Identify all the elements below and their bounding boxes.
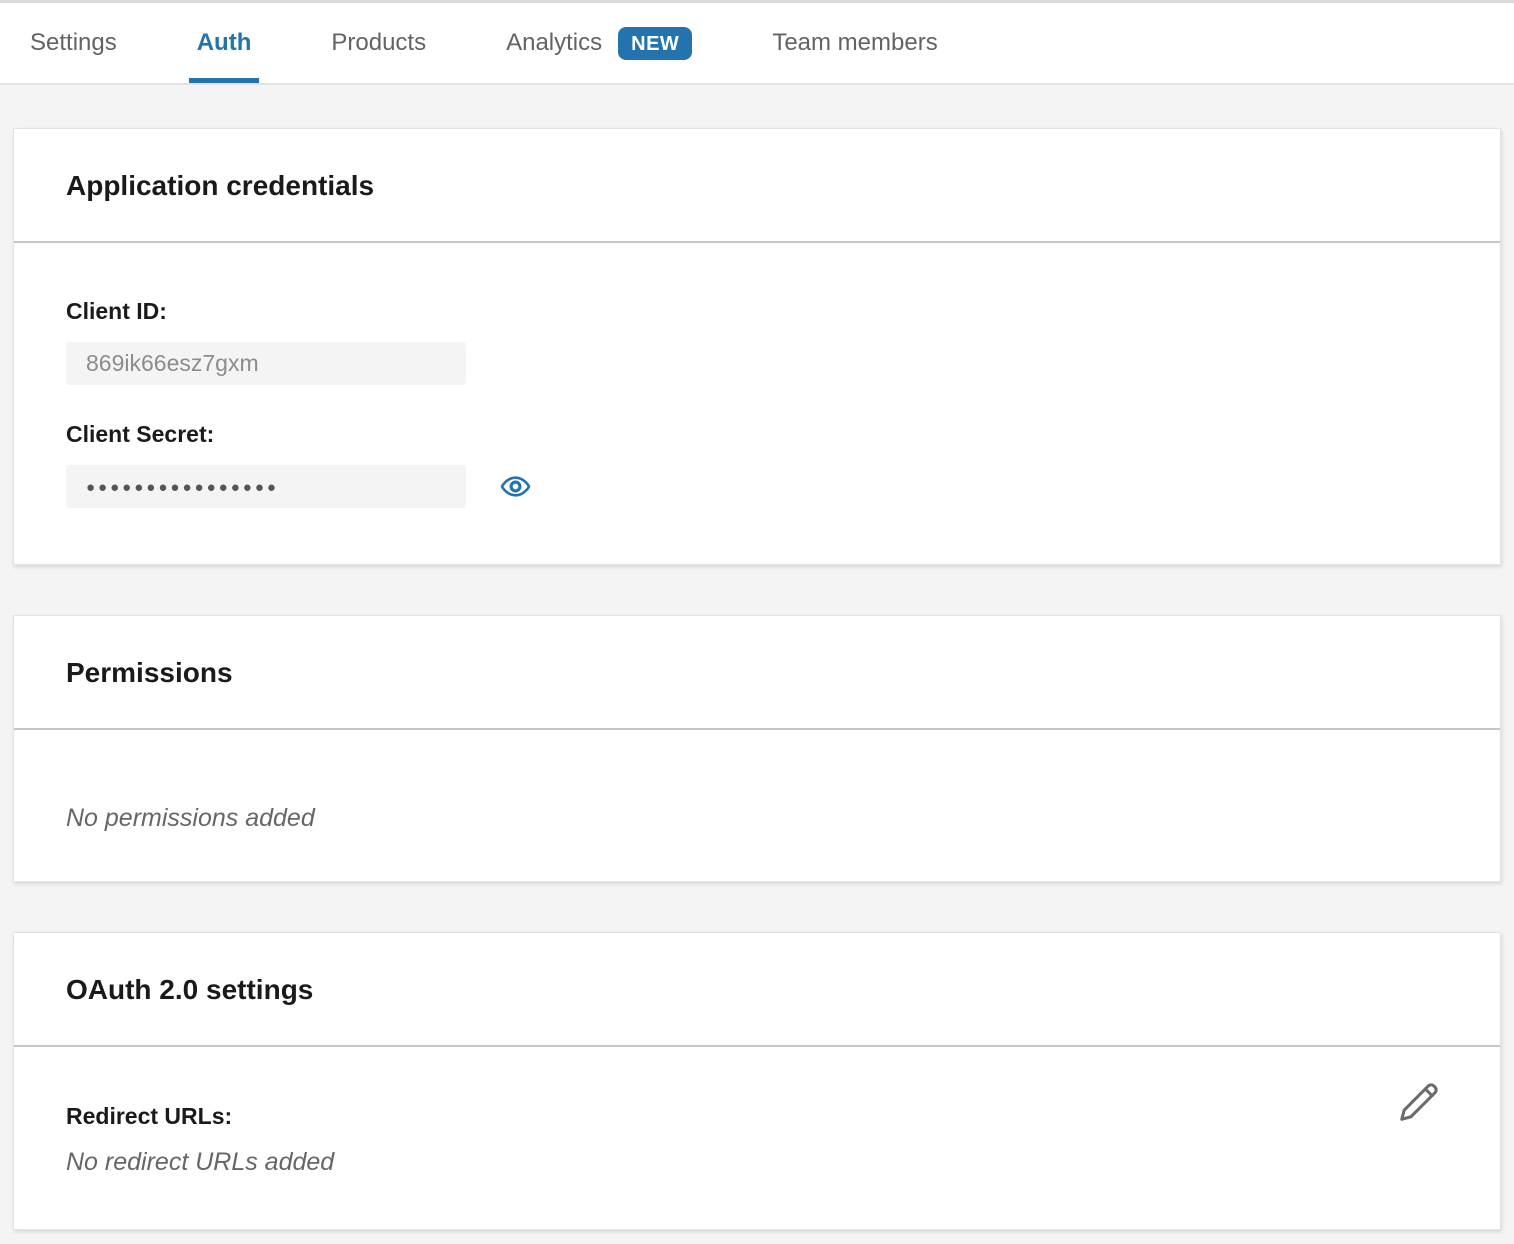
permissions-card: Permissions No permissions added bbox=[13, 615, 1501, 882]
new-badge: NEW bbox=[618, 27, 692, 60]
tab-team-members-label: Team members bbox=[772, 29, 937, 57]
client-id-value: 869ik66esz7gxm bbox=[86, 350, 259, 377]
eye-icon bbox=[500, 471, 531, 502]
redirect-urls-label: Redirect URLs: bbox=[66, 1103, 1448, 1130]
redirect-urls-empty-text: No redirect URLs added bbox=[66, 1148, 1448, 1177]
tab-auth[interactable]: Auth bbox=[189, 3, 260, 83]
tab-team-members[interactable]: Team members bbox=[764, 3, 945, 83]
permissions-empty-text: No permissions added bbox=[66, 804, 1448, 833]
application-credentials-body: Client ID: 869ik66esz7gxm Client Secret:… bbox=[14, 243, 1500, 564]
client-secret-label: Client Secret: bbox=[66, 421, 1448, 448]
main-content: Application credentials Client ID: 869ik… bbox=[0, 85, 1514, 1244]
client-secret-masked-value: ●●●●●●●●●●●●●●●● bbox=[86, 478, 279, 495]
tab-bar: Settings Auth Products Analytics NEW Tea… bbox=[0, 0, 1514, 85]
application-credentials-title: Application credentials bbox=[14, 129, 1500, 243]
reveal-secret-button[interactable] bbox=[500, 471, 531, 502]
application-credentials-card: Application credentials Client ID: 869ik… bbox=[13, 128, 1501, 565]
permissions-body: No permissions added bbox=[14, 730, 1500, 881]
oauth-settings-title: OAuth 2.0 settings bbox=[14, 933, 1500, 1047]
client-secret-field[interactable]: ●●●●●●●●●●●●●●●● bbox=[66, 465, 466, 508]
tab-settings[interactable]: Settings bbox=[22, 3, 125, 83]
edit-redirect-urls-button[interactable] bbox=[1396, 1079, 1442, 1128]
client-secret-row: ●●●●●●●●●●●●●●●● bbox=[66, 465, 1448, 508]
client-id-label: Client ID: bbox=[66, 298, 1448, 325]
tab-products[interactable]: Products bbox=[323, 3, 434, 83]
tab-settings-label: Settings bbox=[30, 29, 117, 57]
pencil-icon bbox=[1396, 1079, 1442, 1125]
tab-auth-label: Auth bbox=[197, 29, 252, 57]
tab-analytics-label: Analytics bbox=[506, 29, 602, 57]
client-id-field[interactable]: 869ik66esz7gxm bbox=[66, 342, 466, 385]
tab-products-label: Products bbox=[331, 29, 426, 57]
oauth-settings-body: Redirect URLs: No redirect URLs added bbox=[14, 1047, 1500, 1229]
permissions-title: Permissions bbox=[14, 616, 1500, 730]
tab-analytics[interactable]: Analytics NEW bbox=[498, 3, 700, 83]
oauth-settings-card: OAuth 2.0 settings Redirect URLs: No red… bbox=[13, 932, 1501, 1230]
